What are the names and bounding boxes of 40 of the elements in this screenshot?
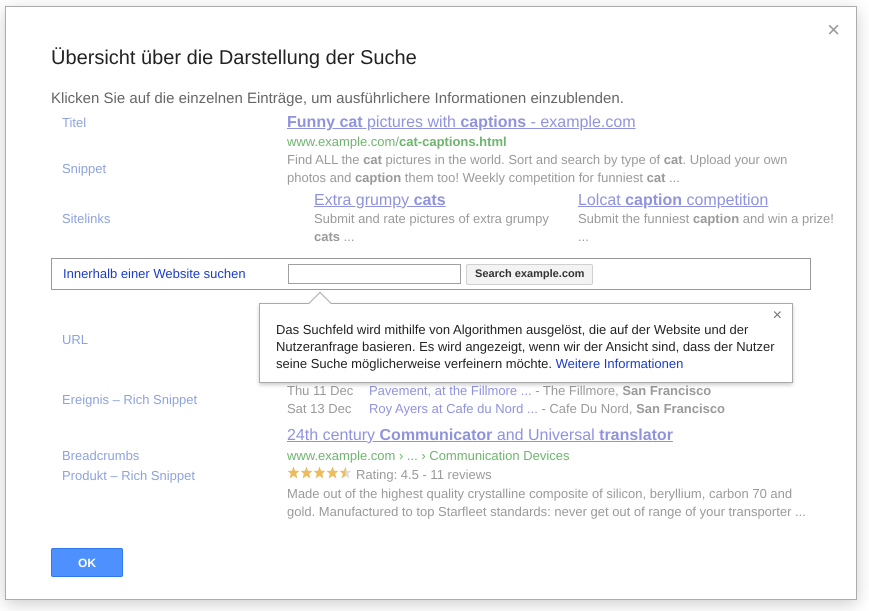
sitelink-snippet: Submit and rate pictures of extra grumpy cats ... <box>314 210 550 246</box>
star-icon <box>287 466 300 480</box>
more-info-link[interactable]: Weitere Informationen <box>556 356 684 371</box>
sitelink[interactable]: Extra grumpy cats <box>314 192 446 209</box>
result-snippet: Find ALL the cat pictures in the world. Sort and search by type of cat. Upload your own photos and caption them too! Weekly competition for funniest cat ... <box>287 151 788 187</box>
popup-close-button[interactable]: × <box>772 308 782 324</box>
entry-label[interactable]: Titel <box>62 115 86 130</box>
result-title-link[interactable]: Funny cat pictures with captions - example.com <box>287 114 636 131</box>
entry-label[interactable]: Produkt – Rich Snippet <box>62 468 195 482</box>
result-url: www.example.com › ... › Communication Devices <box>287 448 570 463</box>
dialog-title: Übersicht über die Darstellung der Suche <box>51 46 418 71</box>
close-button[interactable]: × <box>827 19 840 41</box>
popup-text: Das Suchfeld wird mithilfe von Algorithmen ausgelöst, die auf der Website und der Nutzeranfrage basieren. Es wird angezeigt, wenn wir der Ansicht sind, dass der Nutzer seine Suche möglicherweise verfeinern möchte. Weitere Informationen <box>276 321 776 372</box>
event-link[interactable]: Pavement, at the Fillmore ... <box>369 383 532 398</box>
entry-label[interactable]: Innerhalb einer Website suchen <box>63 266 246 282</box>
star-icon <box>339 466 352 480</box>
entry-label[interactable]: Sitelinks <box>62 211 110 226</box>
result-snippet: Made out of the highest quality crystalline composite of silicon, beryllium, carbon 70 and gold. Manufactured to top Starfleet standards: never get out of range of your transporter ... <box>287 485 807 521</box>
star-icon <box>300 466 313 480</box>
entry-label[interactable]: Ereignis – Rich Snippet <box>62 392 198 408</box>
rating-text: Rating: 4.5 - 11 reviews <box>356 467 492 482</box>
star-icon <box>313 466 326 480</box>
event-date: Thu 11 Dec <box>287 382 354 400</box>
event-date: Sat 13 Dec <box>287 400 352 418</box>
star-icon <box>326 466 339 480</box>
ok-button[interactable]: OK <box>51 548 123 577</box>
search-field[interactable] <box>288 264 461 284</box>
event-link[interactable]: Roy Ayers at Cafe du Nord ... <box>369 401 538 416</box>
entry-label[interactable]: Snippet <box>62 161 106 176</box>
event-venue: - Cafe Du Nord, San Francisco <box>541 401 725 416</box>
search-row[interactable]: Innerhalb einer Website suchen Search example.com <box>51 258 811 290</box>
result-title-link[interactable]: 24th century Communicator and Universal translator <box>287 427 673 444</box>
sitelink-snippet: Submit the funniest caption and win a prize! ... <box>578 210 835 246</box>
dialog-subtitle: Klicken Sie auf die einzelnen Einträge, um ausführlichere Informationen einzublenden. <box>51 89 625 109</box>
sitelink[interactable]: Lolcat caption competition <box>578 192 768 209</box>
result-url: www.example.com/cat-captions.html <box>287 134 507 149</box>
entry-label[interactable]: URL <box>62 332 88 348</box>
entry-label[interactable]: Breadcrumbs <box>62 448 140 463</box>
search-button[interactable]: Search example.com <box>466 264 594 284</box>
event-venue: - The Fillmore, San Francisco <box>535 383 712 398</box>
